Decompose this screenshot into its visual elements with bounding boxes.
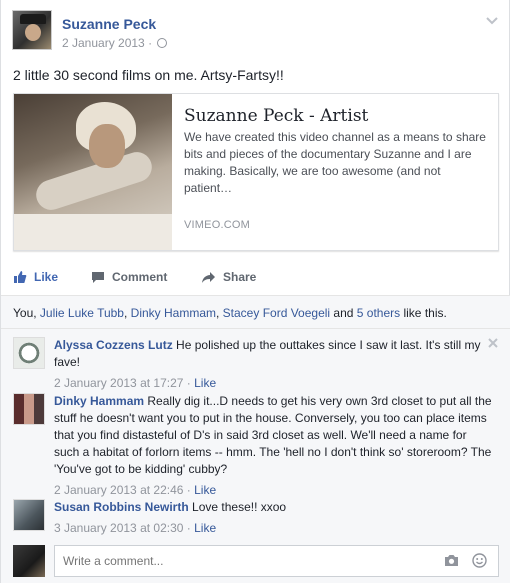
commenter-avatar[interactable] — [13, 337, 45, 369]
likes-and: and — [330, 306, 357, 320]
post-date[interactable]: 2 January 2013 — [62, 36, 145, 50]
current-user-avatar — [13, 545, 45, 577]
commenter-avatar[interactable] — [13, 499, 45, 531]
camera-icon[interactable] — [444, 554, 459, 567]
comment-content: Susan Robbins Newirth Love these!! xxoo — [54, 499, 494, 516]
comment-time[interactable]: 2 January 2013 at 22:46 — [54, 483, 183, 497]
meta-dot: · — [183, 376, 195, 390]
thumbs-up-icon — [14, 271, 27, 283]
commenter-name[interactable]: Alyssa Cozzens Lutz — [54, 338, 173, 352]
comment-icon — [92, 271, 104, 283]
comment-like-link[interactable]: Like — [194, 483, 216, 497]
author-avatar[interactable] — [12, 10, 52, 50]
liker-julie[interactable]: Julie Luke Tubb — [40, 306, 124, 320]
others-link[interactable]: 5 others — [357, 306, 400, 320]
facebook-post: Suzanne Peck 2 January 2013 · 2 little 3… — [0, 0, 510, 583]
likes-you: You, — [13, 306, 40, 320]
likes-summary: You, Julie Luke Tubb, Dinky Hammam, Stac… — [1, 295, 510, 329]
thumb-face — [89, 124, 125, 168]
link-thumbnail[interactable] — [14, 94, 172, 250]
link-title[interactable]: Suzanne Peck - Artist — [184, 106, 368, 126]
close-icon[interactable] — [487, 337, 499, 349]
likes-sep-1: , — [123, 306, 131, 320]
commenter-name[interactable]: Susan Robbins Newirth — [54, 500, 189, 514]
post-header: Suzanne Peck 2 January 2013 · — [12, 10, 500, 52]
likes-sep-2: , — [216, 306, 223, 320]
share-label: Share — [223, 270, 257, 284]
post-actions: Like Comment Share — [13, 266, 499, 294]
meta-separator: · — [144, 36, 156, 50]
comment-like-link[interactable]: Like — [194, 376, 216, 390]
commenter-name[interactable]: Dinky Hammam — [54, 394, 144, 408]
comments-section: Alyssa Cozzens Lutz He polished up the o… — [1, 329, 510, 583]
share-button[interactable]: Share — [201, 270, 256, 284]
avatar-hat — [20, 14, 46, 24]
comment-button[interactable]: Comment — [91, 270, 167, 284]
chevron-down-icon[interactable] — [484, 14, 500, 28]
author-name[interactable]: Suzanne Peck — [62, 16, 156, 32]
comment-time[interactable]: 3 January 2013 at 02:30 — [54, 521, 183, 535]
comment-like-link[interactable]: Like — [194, 521, 216, 535]
avatar-face — [25, 24, 41, 41]
likes-suffix: like this. — [400, 306, 447, 320]
commenter-avatar[interactable] — [13, 393, 45, 425]
globe-icon[interactable] — [157, 38, 168, 48]
post-meta: 2 January 2013 · — [62, 36, 168, 50]
comment-time[interactable]: 2 January 2013 at 17:27 — [54, 376, 183, 390]
comment-label: Comment — [112, 270, 168, 284]
thumb-paper — [14, 214, 172, 250]
meta-dot: · — [183, 483, 195, 497]
write-comment-box — [13, 545, 499, 577]
comment-meta: 2 January 2013 at 22:46 · Like — [54, 482, 494, 499]
comment-body: Alyssa Cozzens Lutz He polished up the o… — [54, 337, 494, 392]
smiley-icon[interactable] — [472, 553, 487, 568]
comment-content: Dinky Hammam Really dig it...D needs to … — [54, 393, 494, 478]
share-arrow-icon — [202, 271, 215, 283]
like-label: Like — [34, 270, 59, 284]
like-button[interactable]: Like — [13, 270, 58, 284]
meta-dot: · — [183, 521, 195, 535]
comment-meta: 3 January 2013 at 02:30 · Like — [54, 520, 494, 537]
liker-dinky[interactable]: Dinky Hammam — [131, 306, 216, 320]
liker-stacey[interactable]: Stacey Ford Voegeli — [223, 306, 330, 320]
comment-content: Alyssa Cozzens Lutz He polished up the o… — [54, 337, 494, 371]
link-domain: VIMEO.COM — [184, 219, 250, 231]
comment-input[interactable] — [54, 545, 499, 577]
comment-text: Love these!! xxoo — [192, 500, 287, 514]
link-description: We have created this video channel as a … — [184, 130, 486, 195]
post-text: 2 little 30 second films on me. Artsy-Fa… — [13, 67, 284, 83]
comment-body: Dinky Hammam Really dig it...D needs to … — [54, 393, 494, 499]
comment-body: Susan Robbins Newirth Love these!! xxoo … — [54, 499, 494, 537]
comment-meta: 2 January 2013 at 17:27 · Like — [54, 375, 494, 392]
link-preview-card[interactable]: Suzanne Peck - Artist We have created th… — [13, 93, 499, 251]
